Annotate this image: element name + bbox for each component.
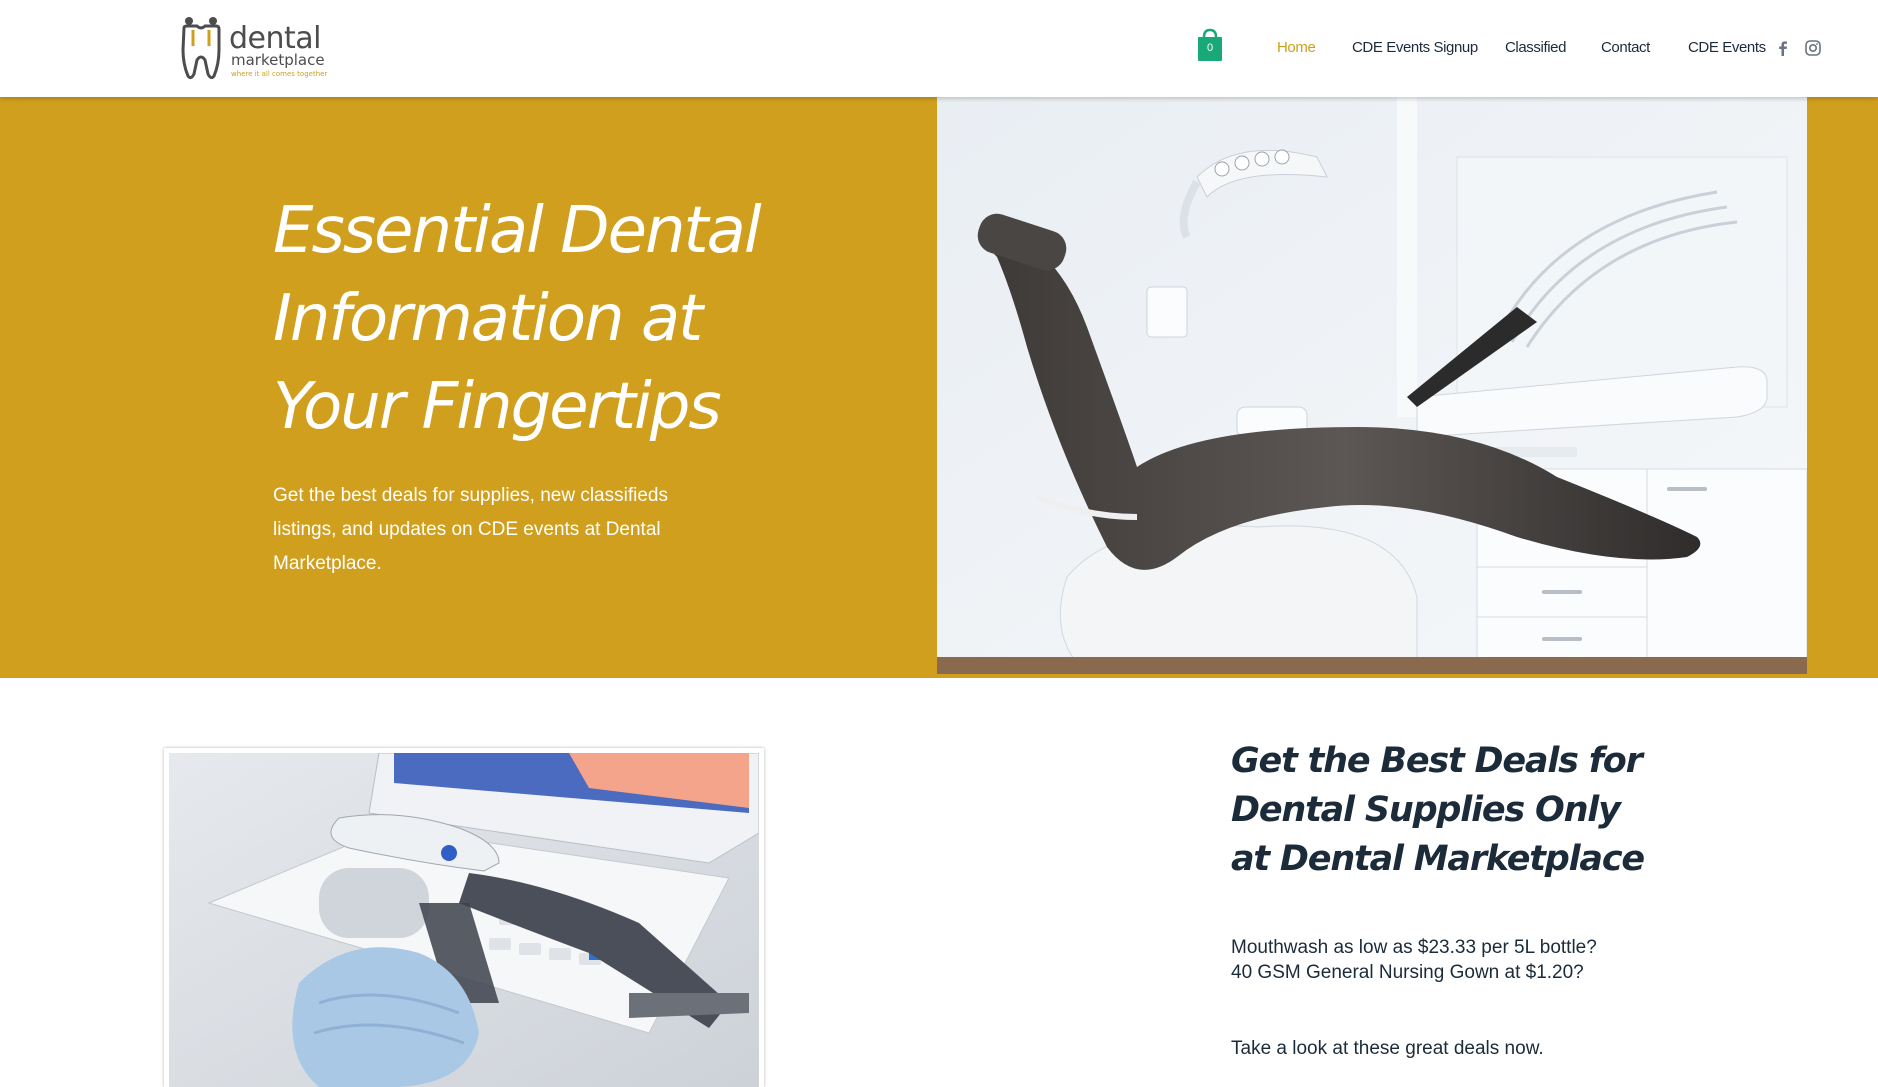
hero-subtitle: Get the best deals for supplies, new cla… xyxy=(273,485,668,574)
instagram-icon[interactable] xyxy=(1804,39,1822,57)
nav-contact[interactable]: Contact xyxy=(1601,38,1650,58)
scanner-photo-frame xyxy=(164,748,764,1087)
cart-button[interactable]: 0 xyxy=(1196,28,1224,62)
hero-title-line: Your Fingertips xyxy=(273,370,722,444)
nav-classified[interactable]: Classified xyxy=(1505,38,1566,58)
cart-count: 0 xyxy=(1206,42,1214,54)
tooth-logo-icon xyxy=(181,17,221,80)
nav-home[interactable]: Home xyxy=(1277,38,1316,58)
brand-subname: marketplace xyxy=(231,51,325,69)
deals-title-line: Dental Supplies Only xyxy=(1231,790,1621,830)
deals-description: Mouthwash as low as $23.33 per 5L bottle… xyxy=(1231,937,1597,983)
intraoral-scanner-photo xyxy=(169,753,759,1087)
hero-title-line: Essential Dental xyxy=(273,194,762,268)
deals-title-line: at Dental Marketplace xyxy=(1231,839,1645,879)
nav-cde-events[interactable]: CDE Events xyxy=(1688,38,1766,58)
brand-tagline: where it all comes together xyxy=(231,70,328,78)
brand-logo[interactable]: dental marketplace where it all comes to… xyxy=(181,16,331,82)
brand-name: dental xyxy=(229,21,322,56)
facebook-icon[interactable] xyxy=(1774,39,1792,57)
deals-title: Get the Best Deals for Dental Supplies O… xyxy=(1231,737,1651,884)
hero-section: Essential Dental Information at Your Fin… xyxy=(0,97,1878,678)
hero-title-line: Information at xyxy=(273,282,703,356)
dental-chair-photo xyxy=(937,97,1807,674)
deals-cta-text: Take a look at these great deals now. xyxy=(1231,1038,1544,1059)
deals-title-line: Get the Best Deals for xyxy=(1231,741,1643,781)
site-header: dental marketplace where it all comes to… xyxy=(0,0,1878,97)
hero-title: Essential Dental Information at Your Fin… xyxy=(273,187,833,451)
nav-cde-events-signup[interactable]: CDE Events Signup xyxy=(1352,38,1478,58)
